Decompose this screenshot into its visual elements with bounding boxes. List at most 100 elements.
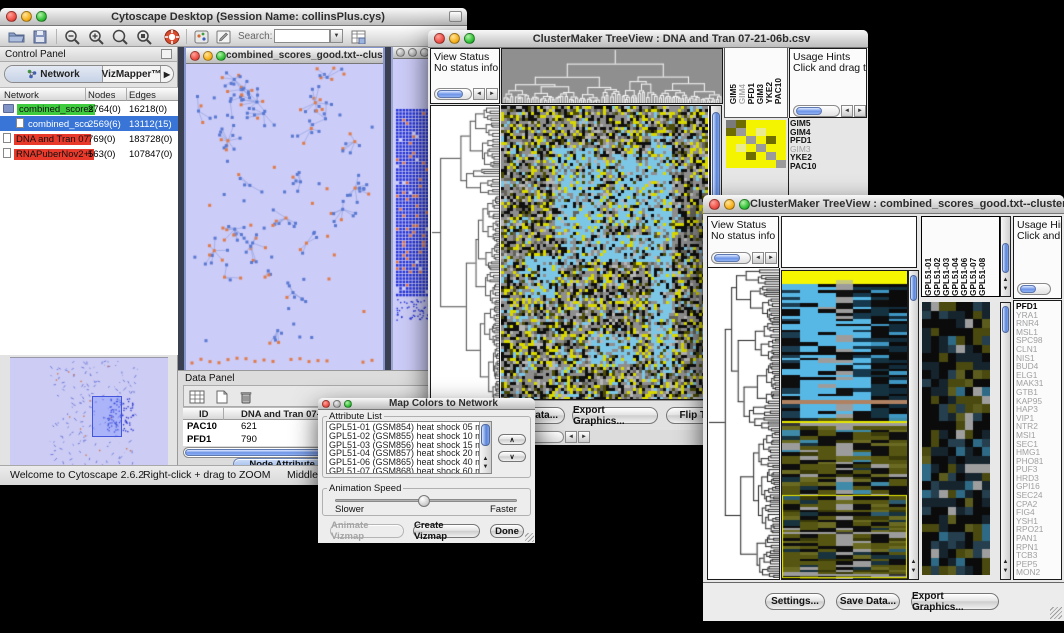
animate-vizmap-button[interactable]: Animate Vizmap bbox=[330, 524, 404, 538]
network-row-combined-scores-selected[interactable]: combined_sco 2569(6) 13112(15) bbox=[0, 116, 178, 131]
birdseye-selection-rect[interactable] bbox=[92, 396, 122, 437]
network-row-rnapuber[interactable]: RNAPuberNov2+I 563(0) 107847(0) bbox=[0, 146, 178, 161]
treeview1-column-dendrogram[interactable] bbox=[501, 48, 723, 104]
scroll-right-button[interactable]: ► bbox=[486, 88, 498, 100]
zoom-window-button[interactable] bbox=[739, 199, 750, 210]
help-lifebuoy-icon[interactable] bbox=[162, 28, 182, 45]
scroll-right-button[interactable]: ► bbox=[578, 431, 590, 443]
save-session-button[interactable] bbox=[30, 28, 50, 45]
zoom-window-button[interactable] bbox=[36, 11, 47, 22]
minimize-button[interactable] bbox=[21, 11, 32, 22]
scroll-left-button[interactable]: ◄ bbox=[841, 105, 853, 117]
usage-hints-scrollbar[interactable] bbox=[793, 105, 840, 117]
treeview1-title-bar[interactable]: ClusterMaker TreeView : DNA and Tran 07-… bbox=[428, 30, 868, 48]
minimize-button[interactable] bbox=[449, 33, 460, 44]
treeview2-heatmap-vscrollbar[interactable]: ▲ ▼ bbox=[908, 270, 919, 580]
zoom-fit-icon[interactable] bbox=[110, 28, 130, 45]
save-data-button[interactable]: Save Data... bbox=[836, 593, 900, 610]
close-button[interactable] bbox=[322, 400, 330, 408]
search-input[interactable] bbox=[274, 29, 330, 43]
treeview2-title-bar[interactable]: ClusterMaker TreeView : combined_scores_… bbox=[703, 195, 1064, 214]
treeview2-zoom-vscrollbar[interactable]: ▲ ▼ bbox=[1000, 302, 1011, 580]
scroll-left-button[interactable]: ◄ bbox=[752, 252, 764, 264]
column-label: GPL51-04 (GSM857) bbox=[951, 219, 960, 296]
network-canvas[interactable] bbox=[186, 64, 383, 370]
slower-label: Slower bbox=[335, 504, 364, 515]
minimize-button[interactable] bbox=[408, 48, 417, 57]
open-session-button[interactable] bbox=[6, 28, 26, 45]
move-down-button[interactable]: ∨ bbox=[498, 451, 526, 462]
network-table-header[interactable]: Network Nodes Edges bbox=[0, 87, 178, 101]
treeview1-heatmap[interactable] bbox=[501, 105, 710, 400]
treeview2-heatmap[interactable] bbox=[781, 270, 908, 580]
done-button[interactable]: Done bbox=[490, 524, 524, 538]
tab-network[interactable]: Network bbox=[5, 66, 103, 82]
scroll-right-button[interactable]: ► bbox=[765, 252, 777, 264]
minimize-button[interactable] bbox=[203, 51, 213, 61]
move-up-button[interactable]: ∧ bbox=[498, 434, 526, 445]
close-button[interactable] bbox=[434, 33, 445, 44]
close-button[interactable] bbox=[190, 51, 200, 61]
float-panel-icon[interactable] bbox=[161, 49, 172, 59]
dialog-title-bar[interactable]: Map Colors to Network bbox=[318, 398, 535, 410]
tab-vizmapper[interactable]: VizMapper™ bbox=[103, 66, 161, 82]
zoom-in-icon[interactable] bbox=[86, 28, 106, 45]
matrix-cell bbox=[776, 120, 786, 128]
treeview2-zoom-heatmap[interactable] bbox=[922, 302, 990, 575]
close-button[interactable] bbox=[709, 199, 720, 210]
create-vizmap-button[interactable]: Create Vizmap bbox=[413, 524, 480, 538]
scroll-left-button[interactable]: ◄ bbox=[473, 88, 485, 100]
export-graphics-button[interactable]: Export Graphics... bbox=[572, 407, 658, 424]
tab-more-button[interactable]: ▶ bbox=[161, 66, 173, 82]
attribute-list-scrollbar[interactable]: ▲ ▼ bbox=[479, 422, 491, 473]
treeview1-zoom-matrix[interactable] bbox=[726, 120, 786, 168]
animation-speed-slider[interactable] bbox=[335, 499, 517, 502]
scroll-right-button[interactable]: ► bbox=[854, 105, 866, 117]
delete-attribute-trash-icon[interactable] bbox=[236, 388, 256, 405]
column-label: GIM5 bbox=[729, 84, 738, 104]
usage-hints-scrollbar[interactable] bbox=[1017, 283, 1051, 295]
toolbar-toggle-icon[interactable] bbox=[449, 11, 462, 22]
slider-thumb[interactable] bbox=[418, 495, 430, 507]
zoom-window-button[interactable] bbox=[216, 51, 226, 61]
view-status-scrollbar[interactable] bbox=[434, 88, 472, 100]
treeview2-row-dendrogram[interactable] bbox=[707, 268, 780, 580]
close-button[interactable] bbox=[396, 48, 405, 57]
view-status-scrollbar[interactable] bbox=[711, 252, 751, 264]
close-button[interactable] bbox=[6, 11, 17, 22]
select-attributes-icon[interactable] bbox=[187, 388, 207, 405]
birdseye-view-icon[interactable] bbox=[191, 28, 211, 45]
birdseye-view-panel[interactable] bbox=[10, 357, 168, 470]
status-hint-middle: Middle- bbox=[287, 469, 321, 481]
treeview1-row-dendrogram[interactable] bbox=[430, 105, 500, 400]
treeview2-window: ClusterMaker TreeView : combined_scores_… bbox=[703, 195, 1064, 621]
matrix-cell bbox=[766, 152, 776, 160]
network-window-title: combined_scores_good.txt--cluste... bbox=[226, 50, 383, 61]
network-row-combined-scores-parent[interactable]: combined_scores 2764(0) 16218(0) bbox=[0, 101, 178, 116]
birdseye-canvas[interactable] bbox=[10, 358, 168, 471]
network-view-window-1[interactable]: combined_scores_good.txt--cluste... bbox=[184, 47, 385, 372]
minimize-button[interactable] bbox=[724, 199, 735, 210]
minimize-button[interactable] bbox=[333, 400, 341, 408]
new-attribute-icon[interactable] bbox=[212, 388, 232, 405]
matrix-cell bbox=[736, 120, 746, 128]
treeview2-column-labels-vscrollbar[interactable]: ▲ ▼ bbox=[1000, 216, 1011, 297]
attribute-list[interactable]: GPL51-01 (GSM854) heat shock 05 minGPL51… bbox=[326, 421, 492, 474]
treeview1-column-labels-panel: GIM5GIM4PFD1GIM3YKE2PAC10 bbox=[724, 48, 788, 118]
zoom-window-button[interactable] bbox=[344, 400, 352, 408]
network-row-dna-tran[interactable]: DNA and Tran 07 769(0) 183728(0) bbox=[0, 131, 178, 146]
zoom-window-button[interactable] bbox=[464, 33, 475, 44]
main-title-bar[interactable]: Cytoscape Desktop (Session Name: collins… bbox=[0, 8, 467, 26]
matrix-cell bbox=[746, 120, 756, 128]
zoom-out-icon[interactable] bbox=[62, 28, 82, 45]
search-dropdown-button[interactable]: ▼ bbox=[330, 29, 343, 43]
resize-grip[interactable] bbox=[525, 533, 534, 542]
annotation-icon[interactable] bbox=[213, 28, 233, 45]
zoom-selected-icon[interactable] bbox=[134, 28, 154, 45]
export-graphics-button[interactable]: Export Graphics... bbox=[911, 593, 999, 610]
scroll-left-button[interactable]: ◄ bbox=[565, 431, 577, 443]
settings-button[interactable]: Settings... bbox=[765, 593, 825, 610]
attribute-table-icon[interactable] bbox=[348, 28, 368, 45]
resize-grip[interactable] bbox=[1050, 607, 1062, 619]
treeview2-column-dendrogram[interactable] bbox=[781, 216, 917, 268]
